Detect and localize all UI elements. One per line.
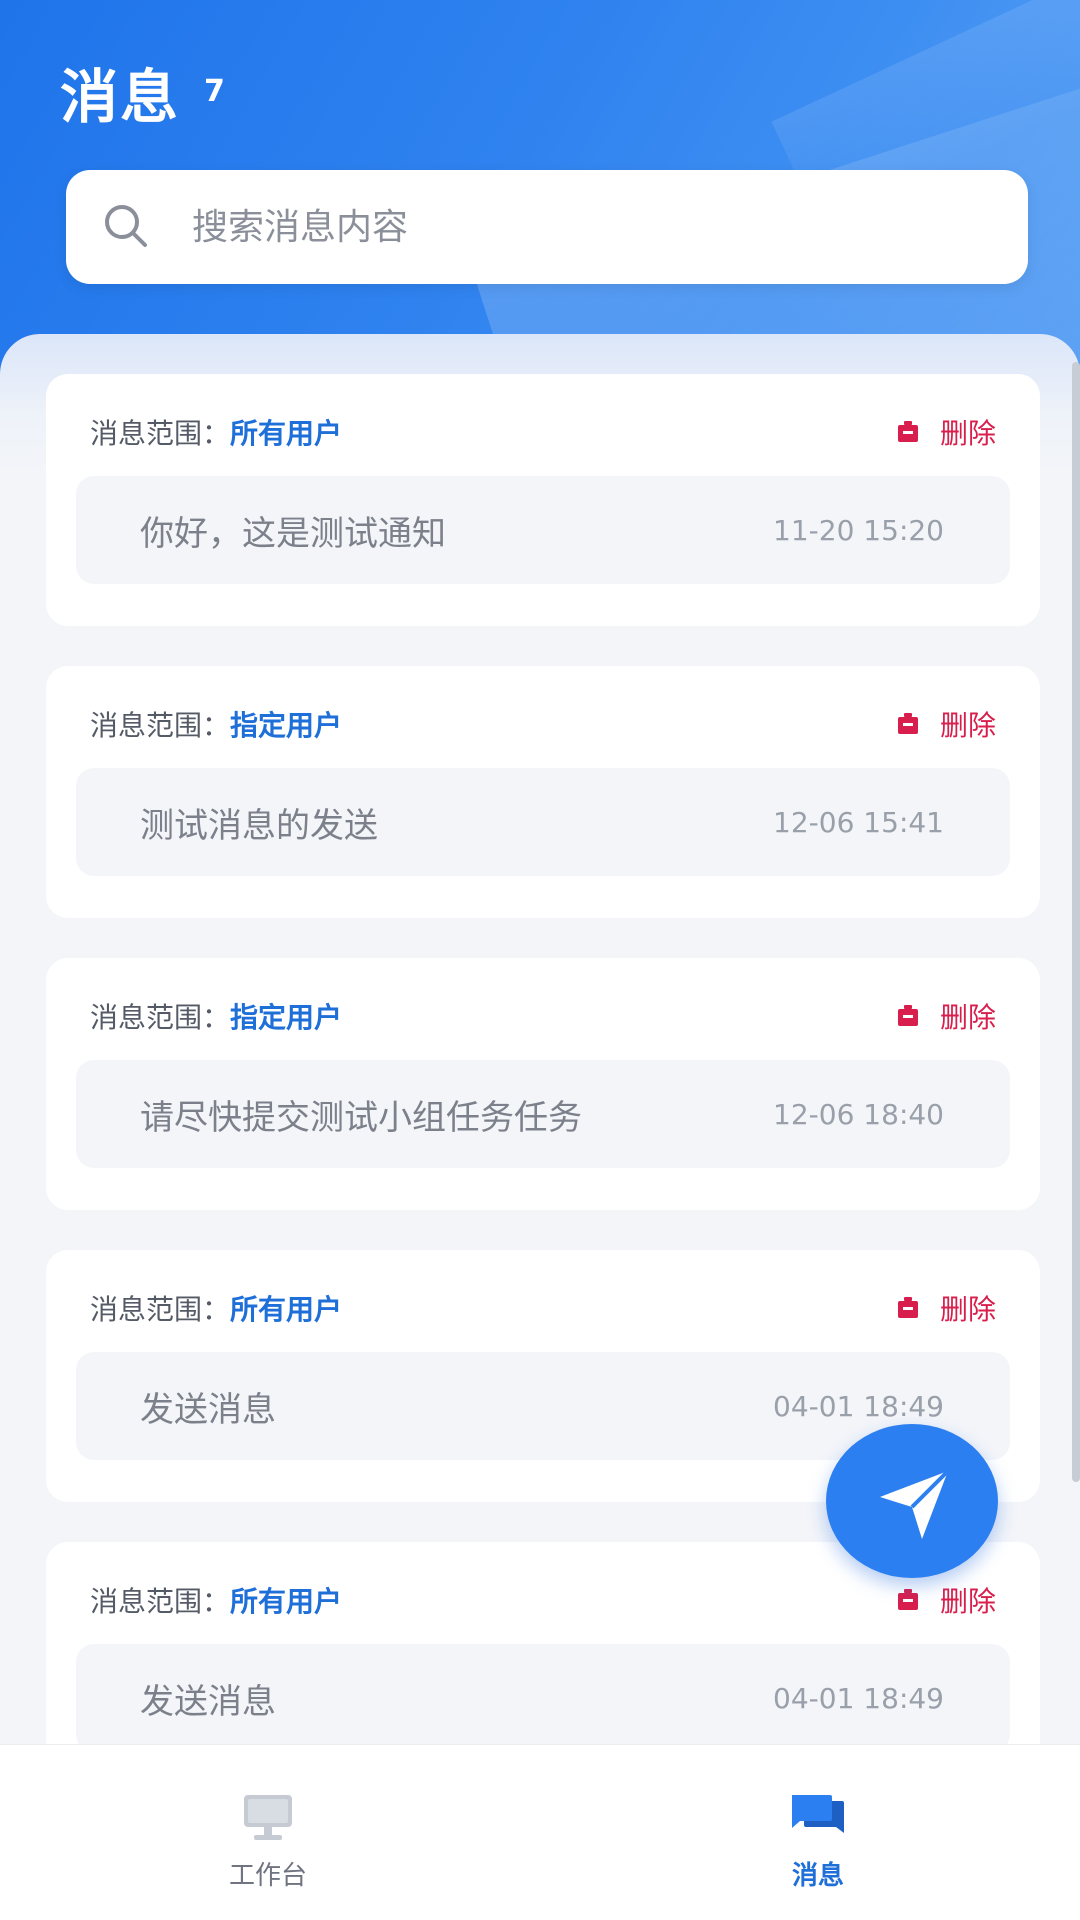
message-text: 发送消息	[140, 1681, 276, 1722]
message-time: 04-01 18:49	[773, 1389, 944, 1423]
message-content: 你好，这是测试通知 11-20 15:20	[76, 476, 1010, 584]
scrollbar[interactable]	[1072, 362, 1080, 1482]
card-header: 消息范围： 所有用户 删除	[90, 1580, 996, 1620]
delete-button[interactable]: 删除	[896, 1288, 996, 1328]
delete-label: 删除	[939, 417, 996, 450]
delete-label: 删除	[939, 1293, 996, 1326]
tab-messages[interactable]: 消息	[668, 1745, 968, 1920]
search-input[interactable]	[192, 206, 952, 248]
search-icon	[105, 205, 147, 247]
message-card[interactable]: 消息范围： 所有用户 删除 你好，这是测试通知 11-20 15:20	[46, 374, 1040, 626]
delete-label: 删除	[939, 1585, 996, 1618]
tab-workbench[interactable]: 工作台	[118, 1745, 418, 1920]
message-time: 12-06 15:41	[773, 805, 944, 839]
scope-label: 消息范围：	[90, 1293, 231, 1326]
trash-icon	[897, 421, 918, 442]
scope-value: 所有用户	[230, 1585, 343, 1618]
trash-icon	[897, 713, 918, 734]
scope-label: 消息范围：	[90, 709, 231, 742]
message-time: 04-01 18:49	[773, 1681, 944, 1715]
message-text: 请尽快提交测试小组任务任务	[140, 1097, 582, 1138]
message-content: 请尽快提交测试小组任务任务 12-06 18:40	[76, 1060, 1010, 1168]
tab-label: 工作台	[228, 1861, 307, 1891]
send-icon	[880, 1469, 950, 1539]
chat-icon	[792, 1795, 844, 1833]
title-row: 消息 7	[60, 60, 225, 134]
message-content: 发送消息 04-01 18:49	[76, 1644, 1010, 1744]
message-card[interactable]: 消息范围： 指定用户 删除 测试消息的发送 12-06 15:41	[46, 666, 1040, 918]
card-header: 消息范围： 指定用户 删除	[90, 704, 996, 744]
card-header: 消息范围： 所有用户 删除	[90, 412, 996, 452]
message-card[interactable]: 消息范围： 指定用户 删除 请尽快提交测试小组任务任务 12-06 18:40	[46, 958, 1040, 1210]
delete-label: 删除	[939, 709, 996, 742]
message-time: 12-06 18:40	[773, 1097, 944, 1131]
message-text: 发送消息	[140, 1389, 276, 1430]
send-message-button[interactable]	[826, 1424, 998, 1578]
messages-page: 消息 7 消息范围： 所有用户 删除	[0, 0, 1080, 1920]
message-count: 7	[204, 74, 225, 109]
delete-button[interactable]: 删除	[896, 704, 996, 744]
tab-label: 消息	[791, 1861, 844, 1891]
header: 消息 7	[0, 0, 1080, 380]
scope-label: 消息范围：	[90, 417, 231, 450]
message-content: 测试消息的发送 12-06 15:41	[76, 768, 1010, 876]
scope-value: 指定用户	[230, 1001, 343, 1034]
scope-value: 所有用户	[230, 1293, 343, 1326]
monitor-icon	[244, 1795, 292, 1840]
search-bar[interactable]	[66, 170, 1028, 284]
scope-value: 指定用户	[230, 709, 343, 742]
page-title: 消息	[60, 63, 181, 131]
message-time: 11-20 15:20	[773, 513, 944, 547]
card-header: 消息范围： 所有用户 删除	[90, 1288, 996, 1328]
message-text: 你好，这是测试通知	[140, 513, 446, 554]
tab-bar: 工作台 消息	[0, 1744, 1080, 1920]
scope-value: 所有用户	[230, 417, 343, 450]
card-header: 消息范围： 指定用户 删除	[90, 996, 996, 1036]
trash-icon	[897, 1297, 918, 1318]
delete-button[interactable]: 删除	[896, 1580, 996, 1620]
trash-icon	[897, 1005, 918, 1026]
delete-button[interactable]: 删除	[896, 996, 996, 1036]
scope-label: 消息范围：	[90, 1585, 231, 1618]
message-text: 测试消息的发送	[140, 805, 378, 846]
delete-button[interactable]: 删除	[896, 412, 996, 452]
delete-label: 删除	[939, 1001, 996, 1034]
trash-icon	[897, 1589, 918, 1610]
scope-label: 消息范围：	[90, 1001, 231, 1034]
